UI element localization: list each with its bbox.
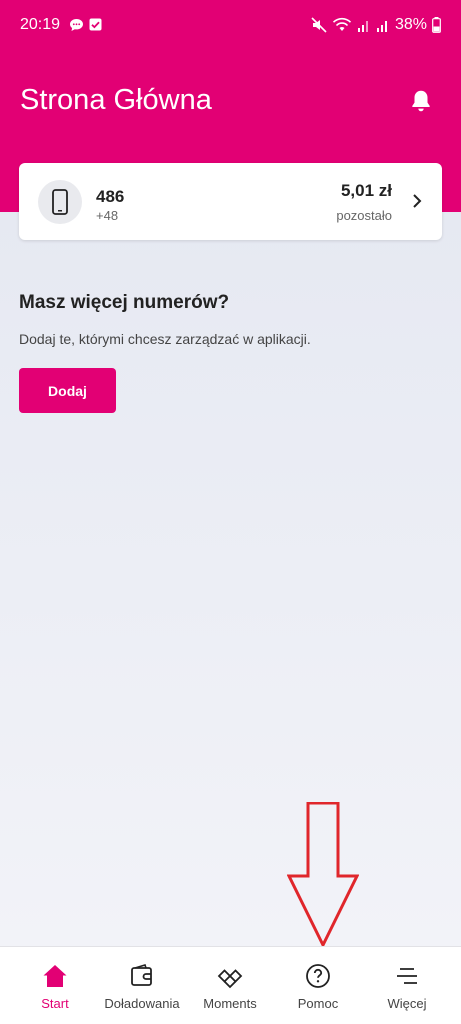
status-icons: 38%	[311, 15, 441, 35]
nav-label-doladowania: Doładowania	[104, 996, 180, 1011]
nav-label-start: Start	[41, 996, 69, 1011]
nav-item-doladowania[interactable]: Doładowania	[96, 947, 188, 1024]
moments-icon	[217, 969, 243, 989]
annotation-arrow-icon	[287, 802, 359, 947]
wallet-icon	[131, 964, 152, 986]
phone-icon-container	[38, 180, 82, 224]
nav-label-moments: Moments	[203, 996, 257, 1011]
account-balance: 5,01 zł	[340, 181, 392, 200]
bottom-nav: Start Doładowania Moments Pomoc Więcej	[0, 946, 461, 1024]
chevron-right-icon	[413, 194, 422, 208]
account-balance-label: pozostało	[336, 208, 392, 223]
help-icon	[306, 964, 330, 988]
message-icon	[70, 19, 83, 31]
content-background	[0, 212, 461, 946]
menu-icon	[397, 968, 417, 984]
status-bar: 20:19 38%	[0, 0, 461, 50]
add-number-button[interactable]: Dodaj	[19, 368, 116, 413]
home-icon	[43, 965, 67, 987]
signal-icon-2	[376, 21, 387, 32]
account-card[interactable]: 486 +48 5,01 zł pozostało	[19, 163, 442, 240]
task-check-icon	[89, 18, 102, 31]
account-number: 486	[96, 187, 124, 206]
nav-item-wiecej[interactable]: Więcej	[361, 947, 453, 1024]
battery-percent: 38%	[394, 16, 427, 33]
smartphone-icon	[52, 189, 68, 215]
status-time: 20:19	[20, 16, 61, 33]
wifi-icon	[332, 17, 352, 31]
battery-icon	[432, 17, 441, 33]
more-numbers-description: Dodaj te, którymi chcesz zarządzać w apl…	[19, 331, 311, 347]
nav-item-start[interactable]: Start	[9, 947, 101, 1024]
nav-label-wiecej: Więcej	[387, 996, 427, 1011]
nav-item-moments[interactable]: Moments	[184, 947, 276, 1024]
nav-item-pomoc[interactable]: Pomoc	[272, 947, 364, 1024]
signal-icon-1	[357, 21, 368, 32]
more-numbers-title: Masz więcej numerów?	[19, 292, 230, 313]
nav-label-pomoc: Pomoc	[297, 996, 339, 1011]
mute-icon	[311, 17, 327, 33]
account-prefix: +48	[96, 208, 119, 223]
bell-icon[interactable]	[408, 88, 434, 114]
page-title: Strona Główna	[20, 84, 212, 116]
